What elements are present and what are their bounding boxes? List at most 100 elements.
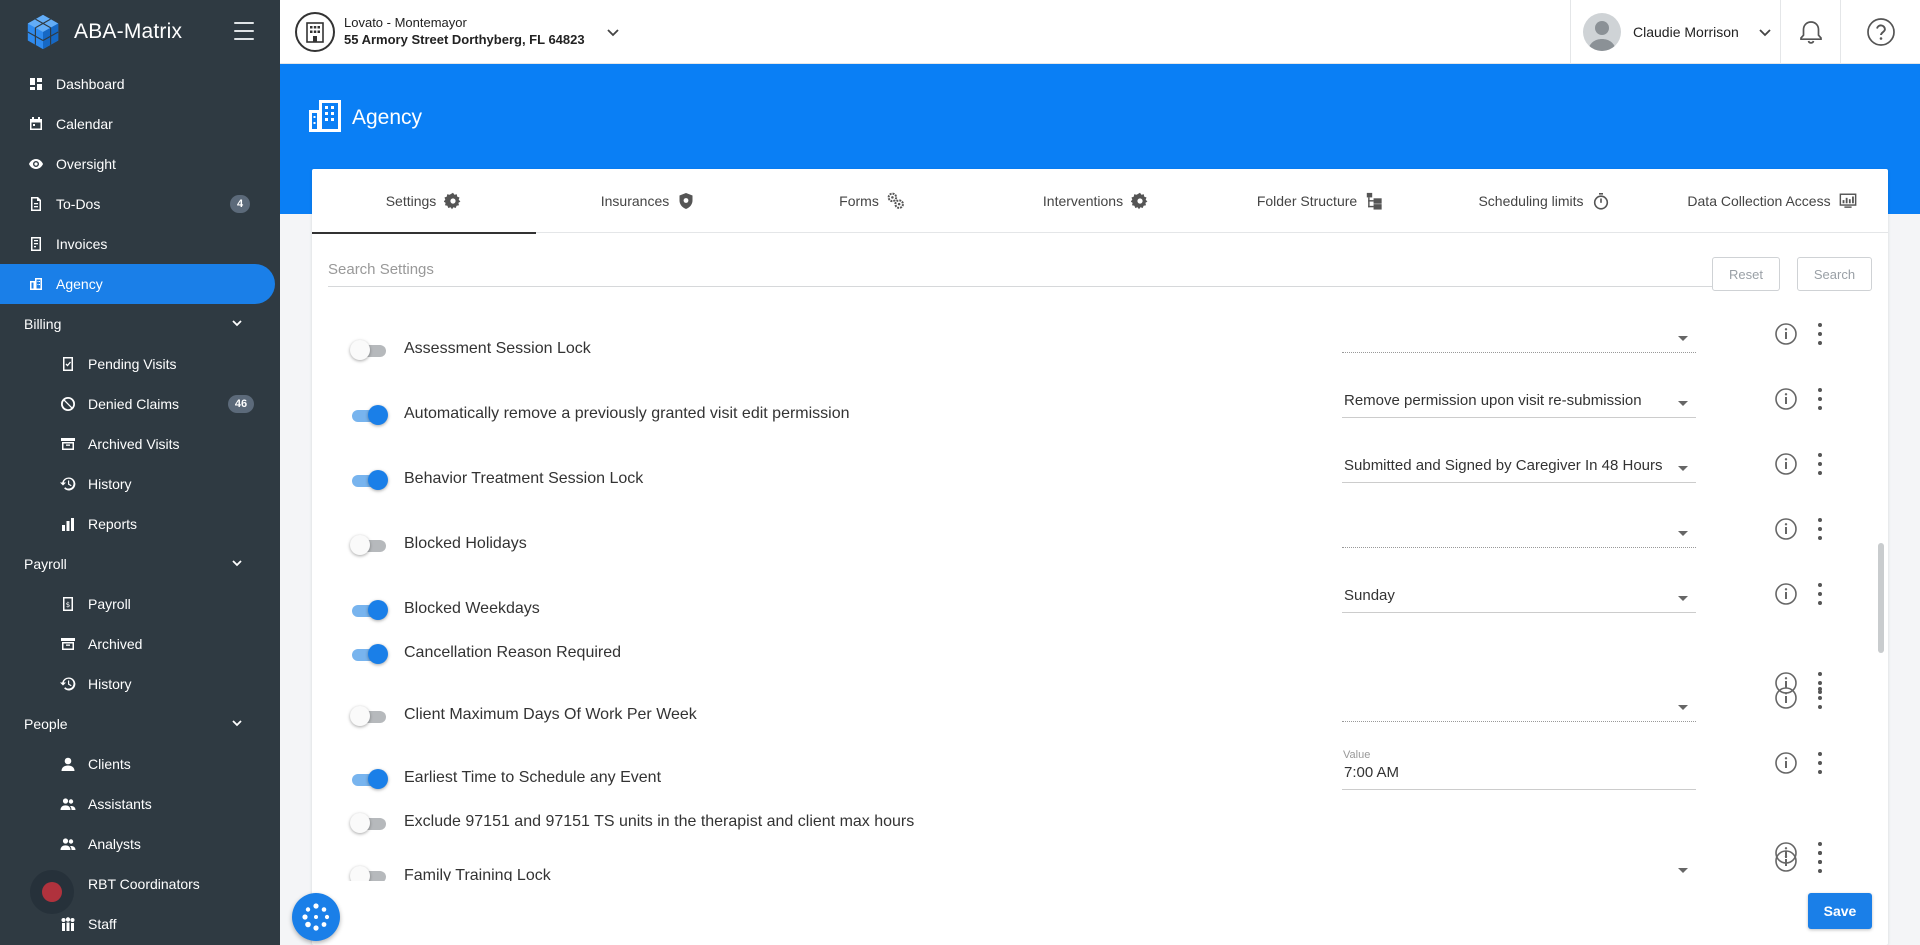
- setting-toggle[interactable]: [350, 534, 386, 556]
- sidebar-item-pending-visits[interactable]: Pending Visits: [0, 344, 280, 384]
- sidebar-item-denied-claims[interactable]: Denied Claims 46: [0, 384, 280, 424]
- sidebar-item-dashboard[interactable]: Dashboard: [0, 64, 280, 104]
- sidebar-item-calendar[interactable]: Calendar: [0, 104, 280, 144]
- user-name: Claudie Morrison: [1633, 24, 1739, 40]
- more-vertical-icon[interactable]: [1817, 851, 1823, 873]
- folder-tree-icon: [1365, 192, 1383, 210]
- help-button[interactable]: [1840, 0, 1920, 64]
- setting-select[interactable]: [1342, 321, 1696, 353]
- sidebar-item-label: Archived: [88, 636, 143, 652]
- archive-icon: [60, 436, 76, 452]
- sidebar-item-assistants[interactable]: Assistants: [0, 784, 280, 824]
- setting-toggle[interactable]: [352, 469, 388, 491]
- setting-input-value: 7:00 AM: [1344, 764, 1400, 781]
- info-icon[interactable]: [1774, 322, 1798, 346]
- svg-text:$: $: [66, 601, 70, 609]
- setting-label: Earliest Time to Schedule any Event: [404, 769, 662, 786]
- sidebar-item-payroll-history[interactable]: History: [0, 664, 280, 704]
- setting-select[interactable]: [1342, 853, 1696, 881]
- more-vertical-icon[interactable]: [1817, 453, 1823, 475]
- sidebar-item-clients[interactable]: Clients: [0, 744, 280, 784]
- sidebar-item-agency[interactable]: Agency: [0, 264, 275, 304]
- stopwatch-icon: [1592, 192, 1610, 210]
- setting-toggle[interactable]: [350, 812, 386, 834]
- info-icon[interactable]: [1774, 849, 1798, 873]
- more-vertical-icon[interactable]: [1817, 752, 1823, 774]
- sidebar-item-invoices[interactable]: Invoices: [0, 224, 280, 264]
- more-vertical-icon[interactable]: [1817, 323, 1823, 345]
- setting-toggle[interactable]: [352, 768, 388, 790]
- search-settings-input[interactable]: [328, 253, 1712, 287]
- setting-label: Cancellation Reason Required: [404, 644, 622, 661]
- tab-scheduling-limits[interactable]: Scheduling limits: [1432, 169, 1656, 233]
- org-building-logo-icon: [295, 12, 335, 52]
- info-icon[interactable]: [1774, 686, 1798, 710]
- pending-visits-icon: [60, 356, 76, 372]
- sidebar-item-billing-history[interactable]: History: [0, 464, 280, 504]
- tab-insurances[interactable]: Insurances: [536, 169, 760, 233]
- monitor-icon: [1839, 192, 1857, 210]
- hamburger-menu-icon[interactable]: [234, 22, 254, 40]
- scrollbar-thumb[interactable]: [1878, 543, 1884, 653]
- sidebar-group-people[interactable]: People: [0, 704, 280, 744]
- info-icon[interactable]: [1774, 582, 1798, 606]
- sidebar-nav: Dashboard Calendar Oversight To-Dos 4 In…: [0, 64, 280, 944]
- tab-folder-structure[interactable]: Folder Structure: [1208, 169, 1432, 233]
- setting-row: Family Training Lock: [312, 850, 1872, 881]
- setting-row: Automatically remove a previously grante…: [312, 378, 1872, 434]
- sidebar-item-archived-visits[interactable]: Archived Visits: [0, 424, 280, 464]
- setting-toggle[interactable]: [350, 339, 386, 361]
- info-icon[interactable]: [1774, 452, 1798, 476]
- setting-row: Assessment Session Lock: [312, 313, 1872, 369]
- tab-forms[interactable]: Forms: [760, 169, 984, 233]
- invoice-icon: [28, 236, 44, 252]
- setting-select[interactable]: [1342, 516, 1696, 548]
- setting-toggle[interactable]: [352, 643, 388, 665]
- user-menu[interactable]: Claudie Morrison: [1570, 0, 1780, 64]
- reset-button[interactable]: Reset: [1712, 257, 1780, 291]
- more-vertical-icon[interactable]: [1817, 583, 1823, 605]
- sidebar-item-label: Oversight: [56, 156, 116, 172]
- sidebar-item-oversight[interactable]: Oversight: [0, 144, 280, 184]
- sidebar-item-label: Archived Visits: [88, 436, 180, 452]
- info-icon[interactable]: [1774, 387, 1798, 411]
- setting-toggle[interactable]: [350, 705, 386, 727]
- shield-icon: [677, 192, 695, 210]
- setting-select[interactable]: Sunday: [1342, 581, 1696, 613]
- tab-interventions[interactable]: Interventions: [984, 169, 1208, 233]
- setting-row: Cancellation Reason Required: [312, 638, 1872, 694]
- sidebar-item-analysts[interactable]: Analysts: [0, 824, 280, 864]
- setting-select[interactable]: Submitted and Signed by Caregiver In 48 …: [1342, 451, 1696, 483]
- notifications-button[interactable]: [1780, 0, 1840, 64]
- floating-menu-button[interactable]: [292, 893, 340, 941]
- sidebar-item-reports[interactable]: Reports: [0, 504, 280, 544]
- setting-value-input[interactable]: 7:00 AM: [1342, 758, 1696, 790]
- more-vertical-icon[interactable]: [1817, 388, 1823, 410]
- setting-select[interactable]: [1342, 690, 1696, 722]
- more-vertical-icon[interactable]: [1817, 518, 1823, 540]
- sidebar-item-todos[interactable]: To-Dos 4: [0, 184, 280, 224]
- payroll-icon: $: [60, 596, 76, 612]
- org-address: 55 Armory Street Dorthyberg, FL 64823: [344, 32, 585, 47]
- tab-label: Interventions: [1042, 193, 1124, 209]
- help-icon: [1866, 18, 1895, 46]
- setting-toggle[interactable]: [350, 865, 386, 881]
- setting-row: Earliest Time to Schedule any Event Valu…: [312, 748, 1872, 804]
- tab-data-collection-access[interactable]: Data Collection Access: [1656, 169, 1888, 233]
- setting-toggle[interactable]: [352, 404, 388, 426]
- sidebar-item-payroll-archived[interactable]: Archived: [0, 624, 280, 664]
- sidebar-item-label: Denied Claims: [88, 396, 180, 412]
- search-button[interactable]: Search: [1797, 257, 1872, 291]
- record-button[interactable]: [30, 870, 74, 914]
- org-switcher-chevron-icon[interactable]: [605, 24, 621, 40]
- info-icon[interactable]: [1774, 751, 1798, 775]
- save-button[interactable]: Save: [1808, 893, 1872, 929]
- setting-select[interactable]: Remove permission upon visit re-submissi…: [1342, 386, 1696, 418]
- tab-settings[interactable]: Settings: [312, 169, 536, 234]
- sidebar-group-payroll[interactable]: Payroll: [0, 544, 280, 584]
- info-icon[interactable]: [1774, 517, 1798, 541]
- sidebar-group-billing[interactable]: Billing: [0, 304, 280, 344]
- more-vertical-icon[interactable]: [1817, 687, 1823, 709]
- sidebar-item-payroll[interactable]: $ Payroll: [0, 584, 280, 624]
- setting-toggle[interactable]: [352, 599, 388, 621]
